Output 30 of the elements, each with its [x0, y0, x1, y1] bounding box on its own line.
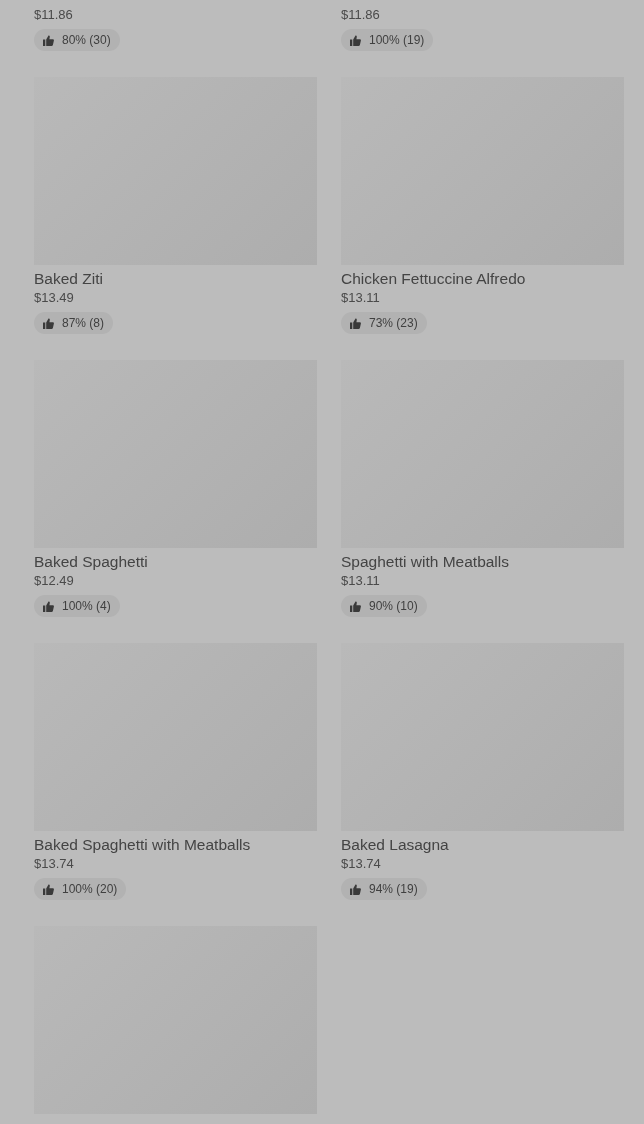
thumbs-up-icon: [350, 317, 361, 329]
item-name: Baked Lasagna: [341, 835, 449, 855]
rating-text: 80% (30): [62, 33, 111, 47]
item-name: Baked Spaghetti: [34, 552, 148, 572]
item-price: $11.86: [341, 6, 380, 24]
item-price: $11.86: [34, 6, 73, 24]
thumbs-up-icon: [43, 883, 54, 895]
thumbs-up-icon: [43, 600, 54, 612]
item-name: Chicken Fettuccine Alfredo: [341, 269, 526, 289]
rating-text: 100% (20): [62, 882, 118, 896]
rating-text: 100% (19): [369, 33, 425, 47]
item-price: $13.49: [34, 289, 74, 307]
item-price: $13.11: [341, 572, 380, 590]
item-name: Baked Spaghetti with Meatballs: [34, 835, 251, 855]
item-price: $12.49: [34, 572, 74, 590]
item-name: Spaghetti with Meatballs: [341, 552, 509, 572]
rating-text: 94% (19): [369, 882, 418, 896]
thumbs-up-icon: [43, 34, 54, 46]
item-price: $13.11: [341, 289, 380, 307]
thumbs-up-icon: [43, 317, 54, 329]
item-price: $13.74: [341, 855, 381, 873]
thumbs-up-icon: [350, 600, 361, 612]
thumbs-up-icon: [350, 34, 361, 46]
rating-text: 87% (8): [62, 316, 105, 330]
rating-text: 100% (4): [62, 599, 111, 613]
thumbs-up-icon: [350, 883, 361, 895]
item-price: $13.74: [34, 855, 74, 873]
item-name: Baked Ziti: [34, 269, 103, 289]
rating-text: 90% (10): [369, 599, 418, 613]
rating-text: 73% (23): [369, 316, 418, 330]
